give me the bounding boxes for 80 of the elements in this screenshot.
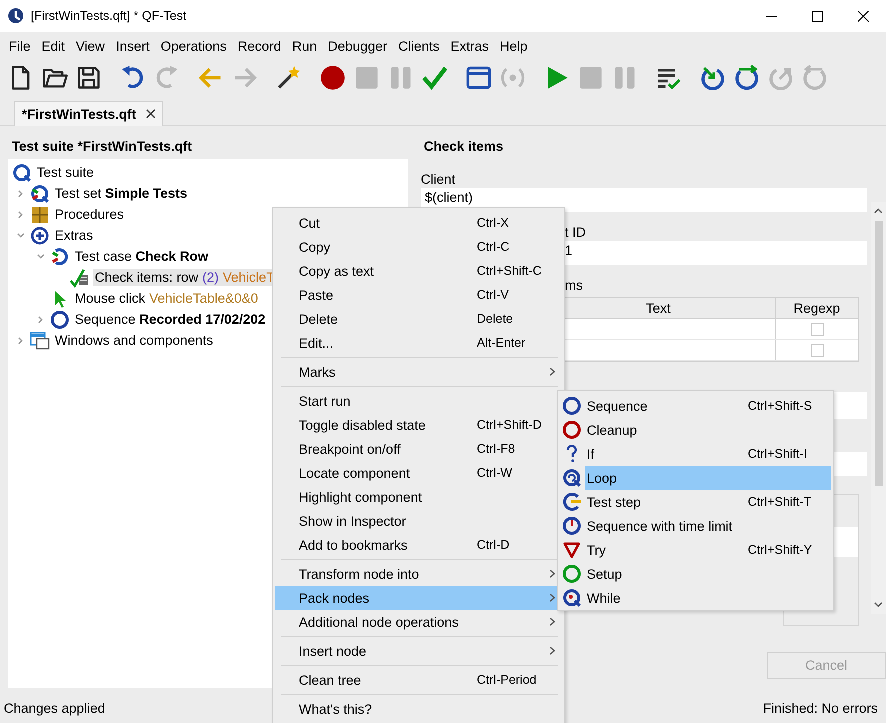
menu-item[interactable]: Cut Ctrl-X [275,211,562,235]
grid-box-icon [30,204,50,224]
windows-icon [30,330,50,350]
panel-title: Check items [423,138,505,156]
menu-item[interactable]: Loop [585,466,831,490]
menu-item[interactable]: Sequence with time limit [585,514,831,538]
menu-item[interactable]: Sequence Ctrl+Shift-S [585,394,831,418]
tree-item[interactable]: Test set Simple Tests [53,185,190,202]
tree-item[interactable]: Mouse click VehicleTable&0&0 [73,290,260,307]
test-set-icon [30,184,50,204]
tree-item[interactable]: Sequence Recorded 17/02/202 [73,311,268,328]
menu-item[interactable]: Record [232,36,286,56]
tree-item[interactable]: Procedures [53,206,126,223]
q-ring-icon [12,162,32,182]
menu-item[interactable]: What's this? [275,697,562,721]
menu-item[interactable]: Run [287,36,322,56]
status-text: Changes applied [4,701,106,716]
test-step-icon [562,492,582,512]
menu-item[interactable]: File [4,36,36,56]
menu-item[interactable]: While [585,586,831,610]
field-label: Client [421,172,456,187]
window-title: [FirstWinTests.qft] * QF-Test [31,9,187,23]
checkbox[interactable] [810,322,824,336]
menu-item[interactable]: Test step Ctrl+Shift-T [585,490,831,514]
expand-chevron-icon[interactable] [17,210,25,218]
field-value: 1 [565,243,573,258]
field-value: $(client) [425,190,474,205]
close-icon [146,109,156,119]
check-document-icon [70,268,90,288]
ring-icon [562,564,582,584]
expand-chevron-icon[interactable] [37,316,45,324]
close-icon [858,10,868,22]
menu-item[interactable]: Extras [446,36,494,56]
plus-circle-icon [30,226,50,246]
tree-item[interactable]: Test case Check Row [73,248,211,265]
status-text: Finished: No errors [763,701,878,716]
menu-item[interactable]: Try Ctrl+Shift-Y [585,538,831,562]
timer-icon [562,516,582,536]
scrollbar[interactable] [871,202,886,614]
tree-item[interactable]: Windows and components [53,332,216,349]
menu-item[interactable]: Additional node operations [275,610,562,634]
panel-title: Test suite *FirstWinTests.qft [11,138,194,156]
menu-item[interactable]: Edit... Alt-Enter [275,331,562,355]
menu-item[interactable]: View [71,36,110,56]
maximize-icon [812,10,822,22]
loop-icon [562,588,582,608]
scroll-thumb[interactable] [874,221,882,486]
ring-icon [50,310,70,330]
menu-item[interactable]: Cleanup [585,418,831,442]
triangle-icon [562,540,582,560]
document-tab[interactable]: *FirstWinTests.qft [14,101,164,126]
tree-item[interactable]: Extras [53,227,96,244]
menu-item[interactable]: Clean tree Ctrl-Period [275,668,562,692]
loop-icon [562,468,582,488]
tree-item[interactable]: Test suite [35,164,96,181]
collapse-chevron-icon[interactable] [37,252,45,260]
checkbox[interactable] [810,344,824,356]
field-label: t ID [565,225,586,240]
expand-chevron-icon[interactable] [17,336,25,344]
ring-icon [562,396,582,416]
menu-item[interactable]: Insert node [275,639,562,663]
expand-chevron-icon[interactable] [17,190,25,198]
menu-item[interactable]: Clients [393,36,445,56]
menu-item[interactable]: Help [495,36,533,56]
menu-item[interactable]: Setup [585,562,831,586]
column-header[interactable]: Regexp [776,298,858,318]
text-field[interactable]: $(client) [421,188,867,212]
menu-item[interactable]: Debugger [323,36,392,56]
test-case-icon [50,246,70,266]
ring-icon [562,420,582,440]
menu-item[interactable]: Marks [275,360,562,384]
app-logo [8,8,24,24]
table-label: ms [565,278,583,293]
scroll-up-icon [874,207,883,216]
scroll-down-icon [874,600,883,609]
menu-item[interactable]: Edit [36,36,70,56]
menu-item[interactable]: Insert [111,36,155,56]
collapse-chevron-icon[interactable] [17,232,25,240]
menu-item[interactable]: If Ctrl+Shift-I [585,442,831,466]
menu-item[interactable]: Operations [156,36,232,56]
